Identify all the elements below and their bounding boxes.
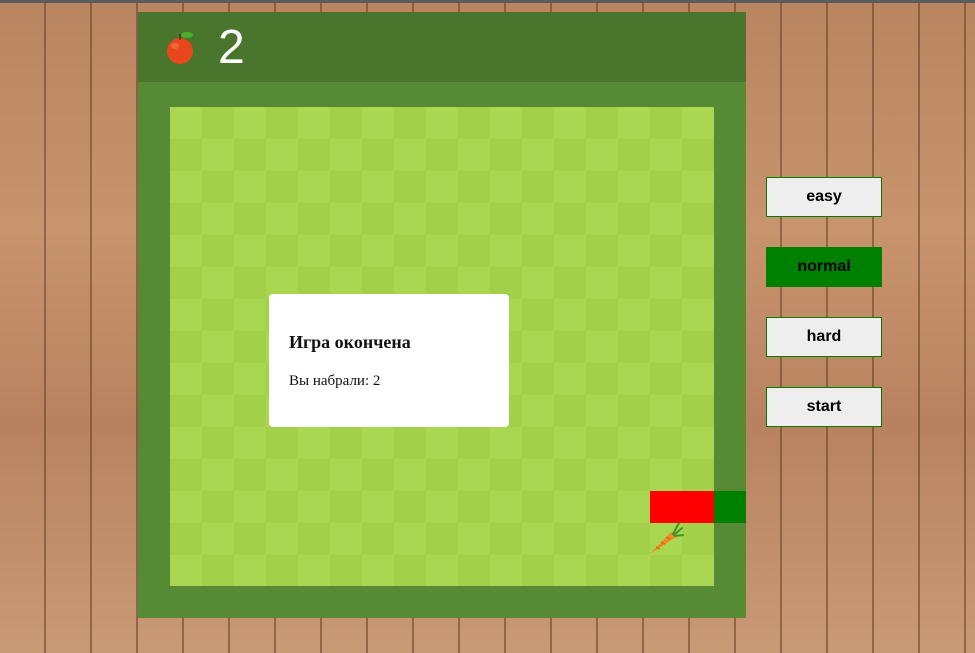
score-bar: 2 bbox=[138, 12, 746, 82]
game-over-modal: Игра окончена Вы набрали: 2 bbox=[269, 294, 509, 427]
window-top-border bbox=[0, 0, 975, 3]
score-message: Вы набрали: 2 bbox=[289, 373, 381, 389]
start-button[interactable]: start bbox=[766, 387, 882, 427]
score-value: 2 bbox=[218, 21, 245, 74]
game-panel: 2 Игра окончена Вы набрали: 2 bbox=[138, 12, 746, 618]
game-board: Игра окончена Вы набрали: 2 bbox=[170, 107, 714, 586]
apple-icon bbox=[167, 32, 193, 64]
easy-button[interactable]: easy bbox=[766, 177, 882, 217]
carrot-icon bbox=[650, 522, 684, 554]
game-over-title: Игра окончена bbox=[289, 332, 411, 352]
hard-button[interactable]: hard bbox=[766, 317, 882, 357]
normal-button[interactable]: normal bbox=[766, 247, 882, 287]
snake-head bbox=[714, 491, 746, 523]
snake-body-segment bbox=[650, 491, 714, 523]
